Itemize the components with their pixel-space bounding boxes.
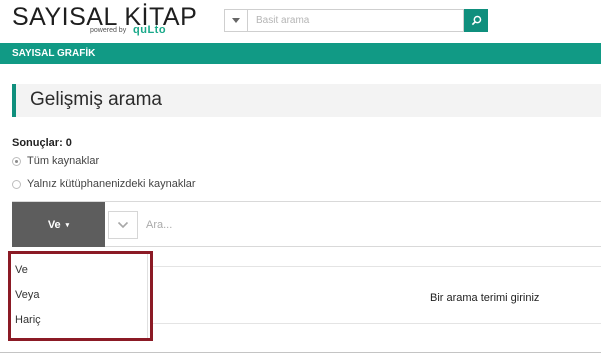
radio-library-resources[interactable] [12, 179, 21, 189]
chevron-down-icon [117, 221, 129, 229]
dropdown-divider [147, 254, 148, 338]
empty-results-message: Bir arama terimi giriniz [430, 292, 540, 304]
radio-all-resources-label: Tüm kaynaklar [27, 155, 100, 167]
simple-search-input[interactable] [249, 10, 463, 31]
scope-option-all[interactable]: Tüm kaynaklar [12, 154, 99, 168]
radio-all-resources[interactable] [12, 156, 21, 166]
simple-search-box [224, 9, 464, 32]
results-count: Sonuçlar: 0 [12, 137, 72, 149]
bottom-divider [0, 352, 601, 353]
radio-library-resources-label: Yalnız kütüphanenizdeki kaynaklar [27, 178, 196, 190]
caret-down-icon: ▾ [65, 221, 70, 229]
search-icon [471, 15, 481, 26]
field-selector-dropdown[interactable] [108, 211, 138, 239]
page-title: Gelişmiş arama [30, 89, 162, 110]
search-button[interactable] [464, 9, 488, 32]
query-row: Ve ▾ [12, 201, 601, 247]
search-scope-dropdown[interactable] [225, 10, 248, 31]
query-input[interactable] [146, 211, 446, 239]
dropdown-item-ve[interactable]: Ve [11, 260, 147, 280]
page-heading-box: Gelişmiş arama [12, 84, 601, 117]
scope-option-library[interactable]: Yalnız kütüphanenizdeki kaynaklar [12, 177, 196, 191]
powered-by-text: powered by [90, 27, 127, 34]
nav-sayisal-grafik-link[interactable]: SAYISAL GRAFİK [12, 48, 95, 59]
dropdown-item-haric[interactable]: Hariç [11, 310, 147, 330]
operator-dropdown-menu: Ve Veya Hariç [8, 251, 153, 341]
caret-down-icon [232, 18, 240, 23]
dropdown-item-veya[interactable]: Veya [11, 285, 147, 305]
operator-label: Ve [47, 218, 61, 231]
brand-logo: quLto [133, 24, 167, 36]
nav-bar: SAYISAL GRAFİK [0, 43, 601, 64]
operator-dropdown-button[interactable]: Ve ▾ [12, 202, 105, 247]
